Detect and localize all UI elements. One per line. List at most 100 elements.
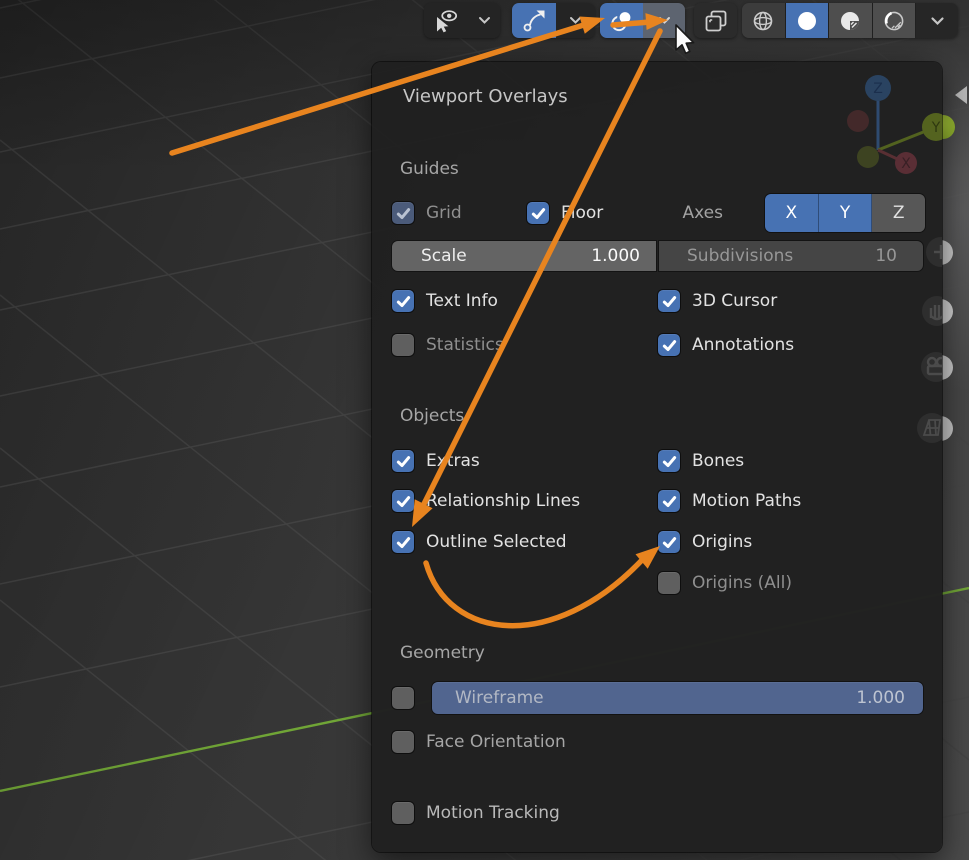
chevron-down-icon	[569, 16, 582, 25]
outline-selected-label: Outline Selected	[426, 532, 567, 552]
show-overlays-toggle[interactable]	[600, 3, 643, 38]
relationship-lines-checkbox[interactable]	[392, 490, 414, 512]
guides-section-header: Guides	[400, 159, 459, 179]
outline-selected-row: Outline Selected	[392, 531, 567, 553]
bones-row: Bones	[658, 450, 744, 472]
overlays-dropdown[interactable]	[643, 3, 685, 38]
grid-checkbox[interactable]	[392, 202, 414, 224]
sidebar-collapse-arrow-icon[interactable]	[953, 83, 969, 105]
origins-all-checkbox[interactable]	[658, 572, 680, 594]
grid-button-sliver[interactable]	[942, 416, 954, 441]
subdivisions-slider[interactable]: Subdivisions 10	[659, 241, 923, 271]
relationship-lines-label: Relationship Lines	[426, 491, 580, 511]
gizmos-dropdown[interactable]	[556, 3, 595, 38]
shading-mode-group	[742, 3, 958, 38]
chevron-down-icon	[478, 16, 491, 25]
viewport-overlays-popover: Y Z X Viewport Overlays Guides G	[372, 62, 942, 852]
shading-wireframe-button[interactable]	[742, 3, 785, 38]
gizmo-arc-icon	[521, 8, 547, 34]
face-orientation-row: Face Orientation	[392, 731, 566, 753]
statistics-label: Statistics	[426, 335, 504, 355]
motion-paths-row: Motion Paths	[658, 490, 801, 512]
grid-row: Grid	[392, 202, 462, 224]
gizmos-group	[512, 3, 595, 38]
zoom-button-sliver[interactable]	[942, 240, 954, 265]
axis-z-toggle[interactable]: Z	[872, 194, 925, 232]
bones-label: Bones	[692, 451, 744, 471]
3d-cursor-checkbox[interactable]	[658, 290, 680, 312]
scale-slider[interactable]: Scale 1.000	[392, 241, 656, 271]
origins-all-label: Origins (All)	[692, 573, 792, 593]
chevron-down-icon	[658, 16, 671, 25]
statistics-checkbox[interactable]	[392, 334, 414, 356]
text-info-row: Text Info	[392, 290, 498, 312]
subdivisions-label: Subdivisions	[687, 246, 793, 266]
toggle-xray-button[interactable]	[694, 3, 737, 38]
object-type-visibility-button[interactable]	[424, 3, 468, 38]
face-orientation-label: Face Orientation	[426, 732, 566, 752]
eye-cursor-icon	[433, 8, 459, 34]
popover-title: Viewport Overlays	[403, 86, 568, 107]
3d-cursor-row: 3D Cursor	[658, 290, 777, 312]
3d-cursor-label: 3D Cursor	[692, 291, 777, 311]
shading-rendered-button[interactable]	[873, 3, 916, 38]
scale-label: Scale	[421, 246, 467, 266]
objects-section-header: Objects	[400, 406, 464, 426]
origins-checkbox[interactable]	[658, 531, 680, 553]
text-info-label: Text Info	[426, 291, 498, 311]
axis-y-toggle[interactable]: Y	[819, 194, 873, 232]
subdivisions-value: 10	[875, 246, 897, 266]
text-info-checkbox[interactable]	[392, 290, 414, 312]
outline-selected-checkbox[interactable]	[392, 531, 414, 553]
shading-material-icon	[837, 8, 863, 34]
axis-x-toggle[interactable]: X	[765, 194, 819, 232]
overlays-group	[600, 3, 685, 38]
motion-tracking-row: Motion Tracking	[392, 802, 560, 824]
shading-solid-button[interactable]	[786, 3, 829, 38]
face-orientation-checkbox[interactable]	[392, 731, 414, 753]
motion-paths-label: Motion Paths	[692, 491, 801, 511]
motion-tracking-label: Motion Tracking	[426, 803, 560, 823]
shading-material-button[interactable]	[829, 3, 872, 38]
wireframe-label: Wireframe	[455, 688, 544, 708]
chevron-down-icon	[930, 16, 945, 26]
object-type-visibility-dropdown[interactable]	[468, 3, 500, 38]
show-gizmos-toggle[interactable]	[512, 3, 556, 38]
shading-rendered-icon	[881, 8, 907, 34]
floor-row: Floor	[527, 202, 603, 224]
wireframe-threshold-slider[interactable]: Wireframe 1.000	[432, 682, 923, 714]
pan-button-sliver[interactable]	[942, 299, 954, 324]
wireframe-value: 1.000	[856, 688, 905, 708]
axes-toggle-group: X Y Z	[765, 194, 925, 232]
grid-label: Grid	[426, 203, 462, 223]
origins-row: Origins	[658, 531, 752, 553]
camera-button-sliver[interactable]	[942, 355, 954, 380]
bones-checkbox[interactable]	[658, 450, 680, 472]
extras-checkbox[interactable]	[392, 450, 414, 472]
scale-value: 1.000	[591, 246, 640, 266]
wireframe-checkbox-row	[392, 687, 414, 709]
annotations-label: Annotations	[692, 335, 794, 355]
motion-tracking-checkbox[interactable]	[392, 802, 414, 824]
motion-paths-checkbox[interactable]	[658, 490, 680, 512]
wireframe-checkbox[interactable]	[392, 687, 414, 709]
blender-3d-viewport: Y Z X Viewport Overlays Guides G	[0, 0, 969, 860]
shading-dropdown[interactable]	[916, 3, 958, 38]
relationship-lines-row: Relationship Lines	[392, 490, 580, 512]
xray-icon	[703, 8, 729, 34]
xray-group	[694, 3, 737, 38]
gizmo-z-label: Z	[873, 81, 883, 97]
extras-label: Extras	[426, 451, 480, 471]
floor-checkbox[interactable]	[527, 202, 549, 224]
geometry-section-header: Geometry	[400, 643, 485, 663]
axes-label: Axes	[643, 203, 723, 223]
shading-solid-icon	[794, 8, 820, 34]
grid-sliders-row: Scale 1.000 Subdivisions 10	[392, 241, 923, 271]
annotations-row: Annotations	[658, 334, 794, 356]
floor-label: Floor	[561, 203, 603, 223]
gizmo-x-label: X	[901, 156, 911, 172]
nav-gizmo-dimmed: Y Z X	[822, 70, 942, 190]
origins-label: Origins	[692, 532, 752, 552]
extras-row: Extras	[392, 450, 480, 472]
annotations-checkbox[interactable]	[658, 334, 680, 356]
